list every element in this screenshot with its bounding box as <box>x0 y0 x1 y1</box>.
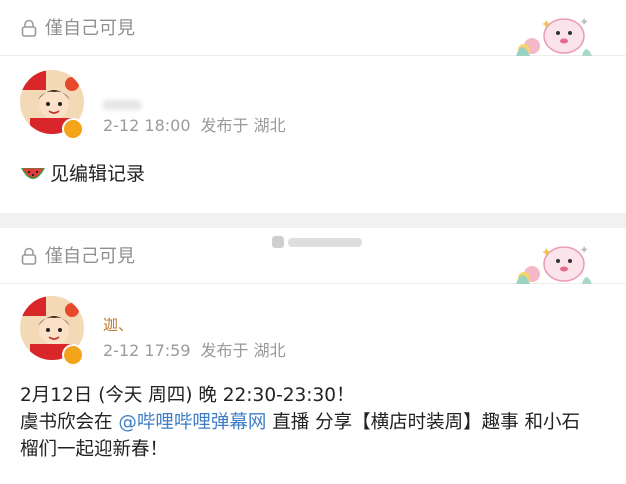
lock-icon <box>21 247 37 265</box>
post-text-line: 虞书欣会在 @哔哩哔哩弹幕网 直播 分享【横店时装周】趣事 和小石 <box>20 409 620 436</box>
whale-sticker-icon <box>516 246 592 284</box>
post-text-segment: 直播 分享【横店时装周】趣事 和小石 <box>266 412 581 433</box>
post-card[interactable]: 僅自己可見 2-12 18:00 发布于 湖北 见编辑记录 <box>0 0 626 213</box>
post-meta: 2-12 18:00 发布于 湖北 <box>103 116 286 136</box>
post-text-segment: 虞书欣会在 <box>20 412 119 433</box>
watermelon-icon <box>21 168 45 179</box>
post-text-line: 榴们一起迎新春！ <box>20 439 169 460</box>
post-text-content: 见编辑记录 <box>50 163 146 185</box>
post-text: 见编辑记录 <box>20 160 145 188</box>
post-time: 2-12 17:59 <box>103 341 191 360</box>
post-meta: 2-12 17:59 发布于 湖北 <box>103 341 286 361</box>
post-text: 2月12日 (今天 周四) 晚 22:30-23:30！ 虞书欣会在 @哔哩哔哩… <box>20 382 620 463</box>
username-redacted <box>102 100 142 110</box>
privacy-bar: 僅自己可見 <box>0 228 626 284</box>
privacy-bar: 僅自己可見 <box>0 0 626 56</box>
whale-sticker-icon <box>516 18 592 56</box>
privacy-label: 僅自己可見 <box>45 246 135 267</box>
verified-badge-icon <box>62 344 84 366</box>
redacted-mark <box>272 236 362 248</box>
verified-badge-icon <box>62 118 84 140</box>
lock-icon <box>21 19 37 37</box>
post-text-line: 2月12日 (今天 周四) 晚 22:30-23:30！ <box>20 385 355 406</box>
privacy-label: 僅自己可見 <box>45 18 135 39</box>
username[interactable]: 迦、 <box>103 314 133 335</box>
post-location: 发布于 湖北 <box>200 116 286 135</box>
post-location: 发布于 湖北 <box>200 341 286 360</box>
mention-link[interactable]: @哔哩哔哩弹幕网 <box>118 412 266 433</box>
post-card[interactable]: 僅自己可見 迦、 2-12 17:59 发布于 湖北 2月12日 (今天 周四)… <box>0 228 626 484</box>
post-time: 2-12 18:00 <box>103 116 191 135</box>
